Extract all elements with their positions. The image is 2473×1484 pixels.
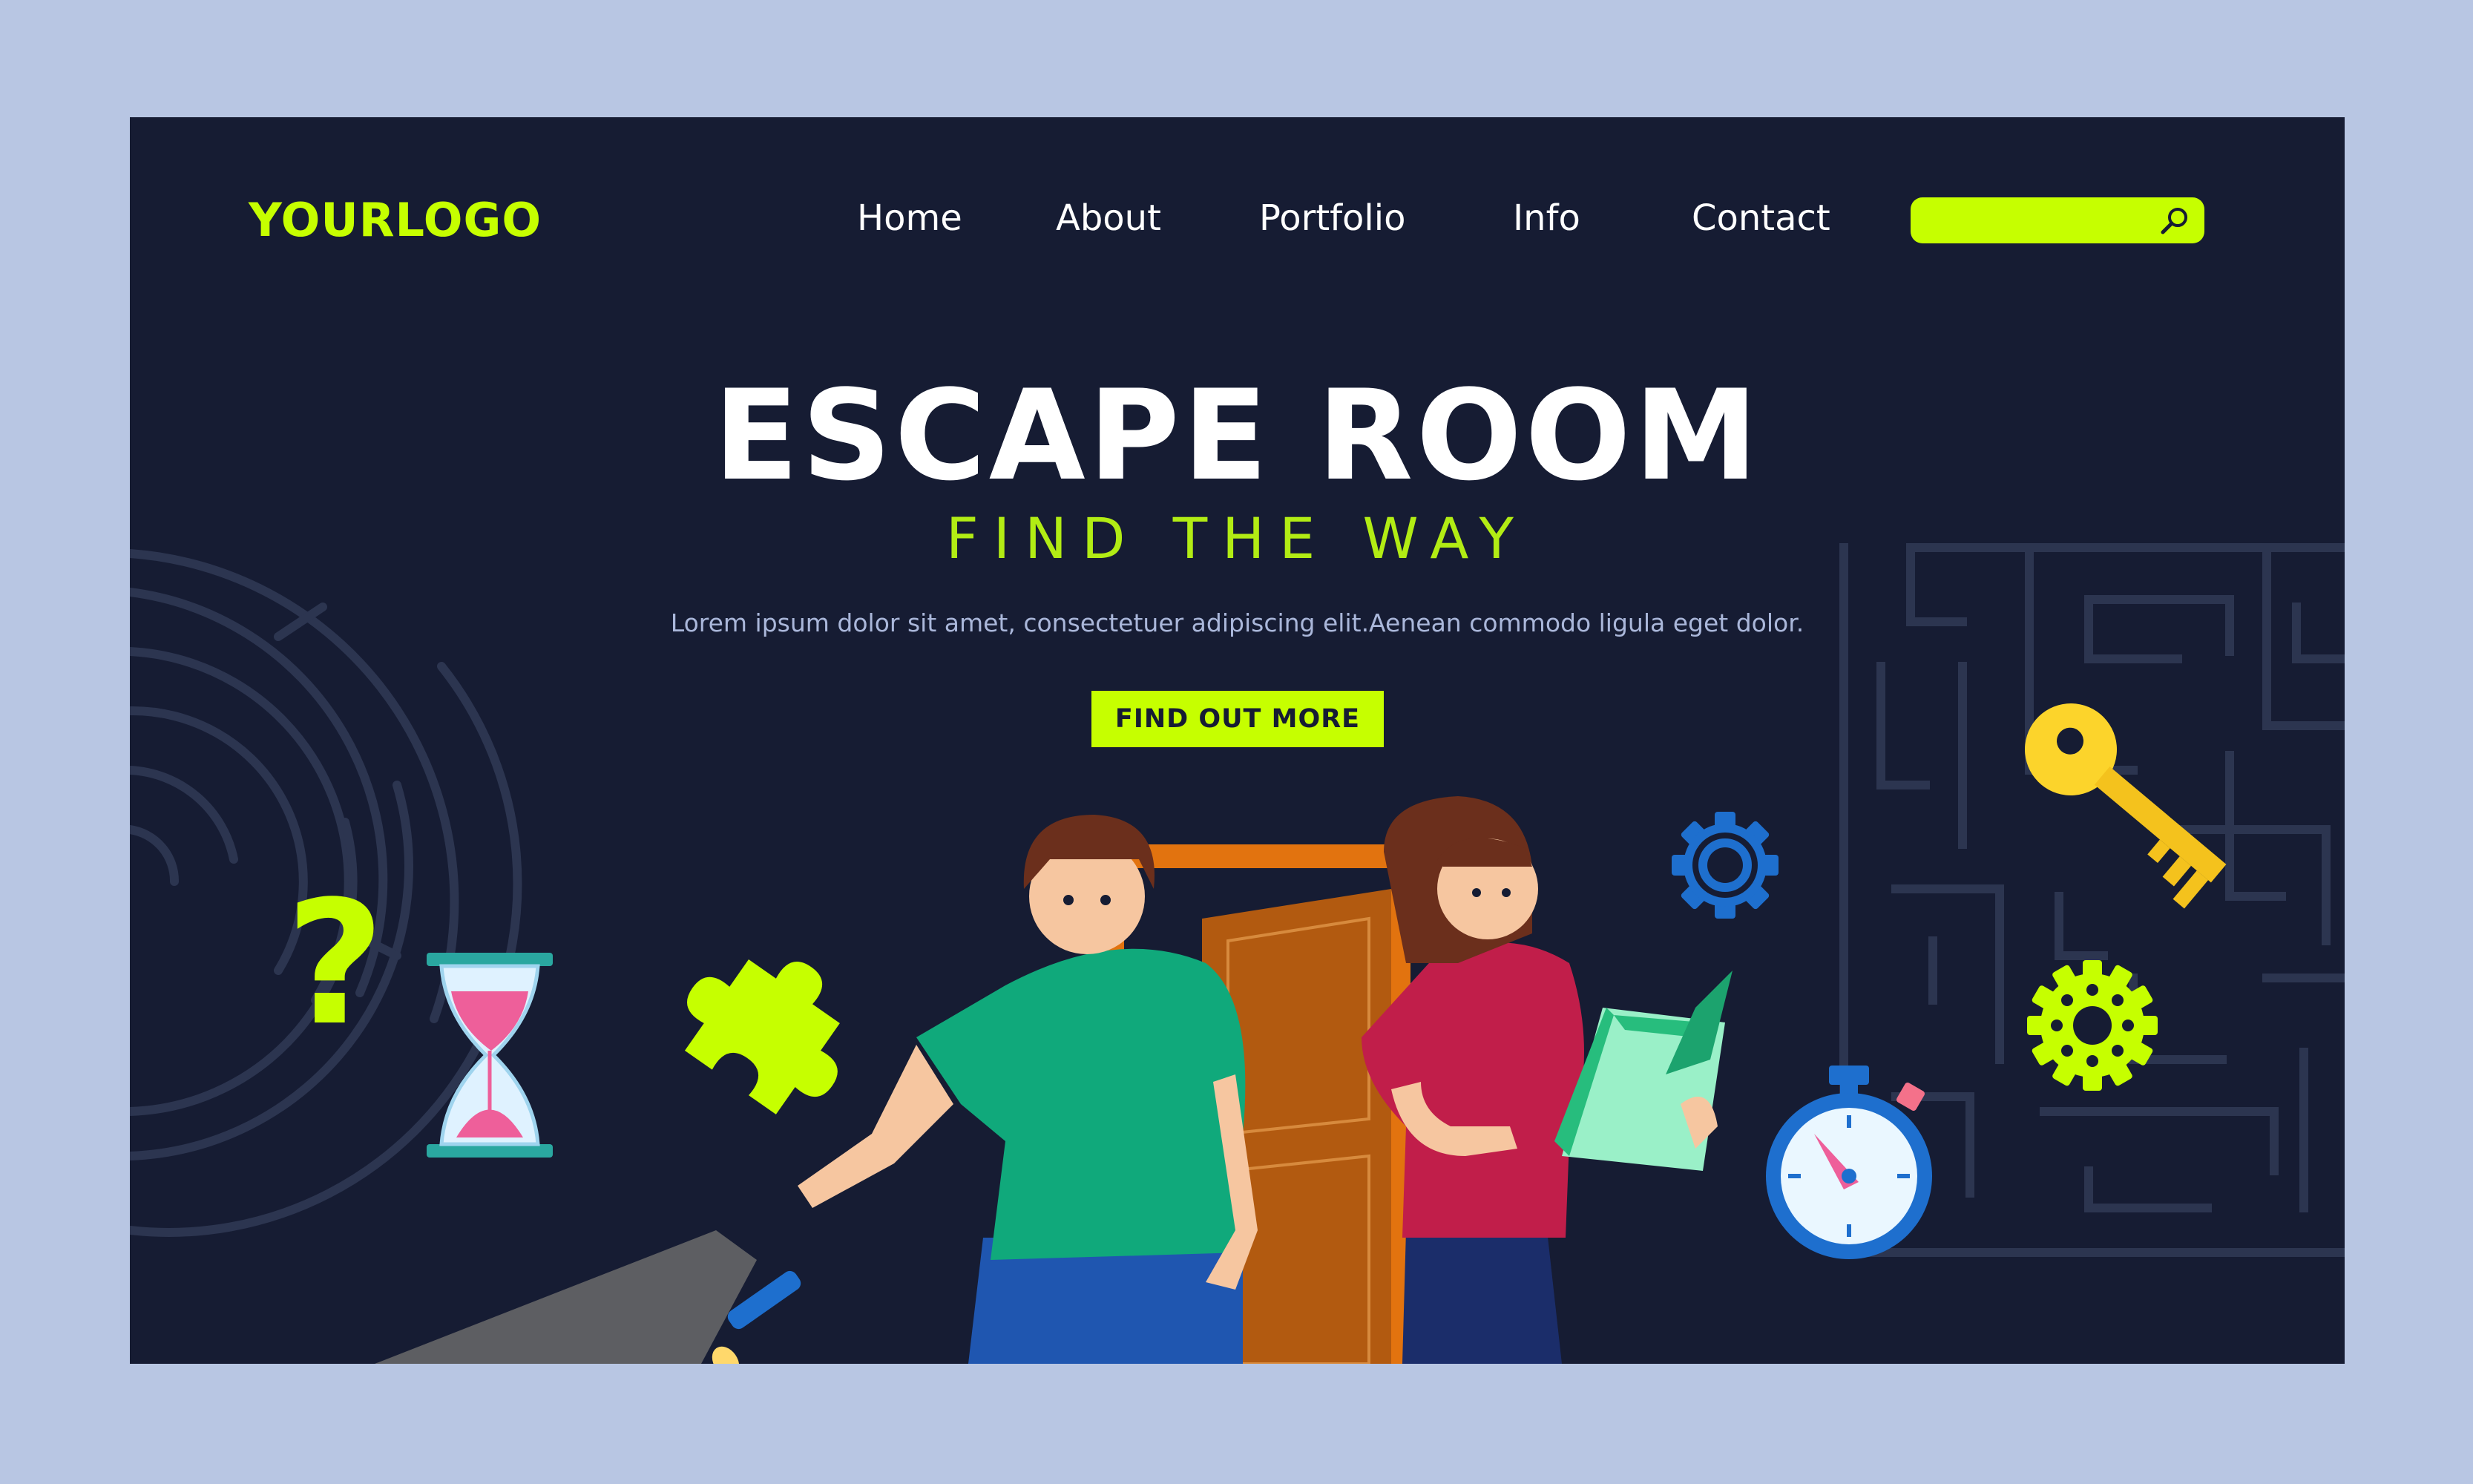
gear-icon [1672, 812, 1779, 919]
stopwatch-icon [1766, 1066, 1932, 1259]
hero-subtitle: FIND THE WAY [946, 505, 1528, 571]
key-icon [2025, 703, 2227, 909]
question-mark-icon: ? [286, 865, 384, 1063]
nav-link-portfolio[interactable]: Portfolio [1259, 197, 1405, 239]
puzzle-piece-icon [684, 959, 840, 1114]
find-out-more-button[interactable]: FIND OUT MORE [1091, 691, 1384, 747]
search-icon[interactable] [2158, 204, 2191, 237]
search-bar[interactable] [1911, 197, 2204, 243]
landing-page: ? YOURLOGO Home About Portfolio Info Con… [130, 117, 2345, 1364]
nav-link-info[interactable]: Info [1513, 197, 1580, 239]
hero-title: ESCAPE ROOM [713, 363, 1761, 508]
hourglass-icon [427, 953, 553, 1158]
hero-description: Lorem ipsum dolor sit amet, consectetuer… [670, 608, 1804, 637]
search-input[interactable] [1925, 203, 2151, 239]
flashlight-icon [375, 1230, 801, 1364]
nav-link-contact[interactable]: Contact [1692, 197, 1830, 239]
nav-link-about[interactable]: About [1056, 197, 1161, 239]
nav-link-home[interactable]: Home [857, 197, 962, 239]
gear-icon [2027, 960, 2158, 1091]
